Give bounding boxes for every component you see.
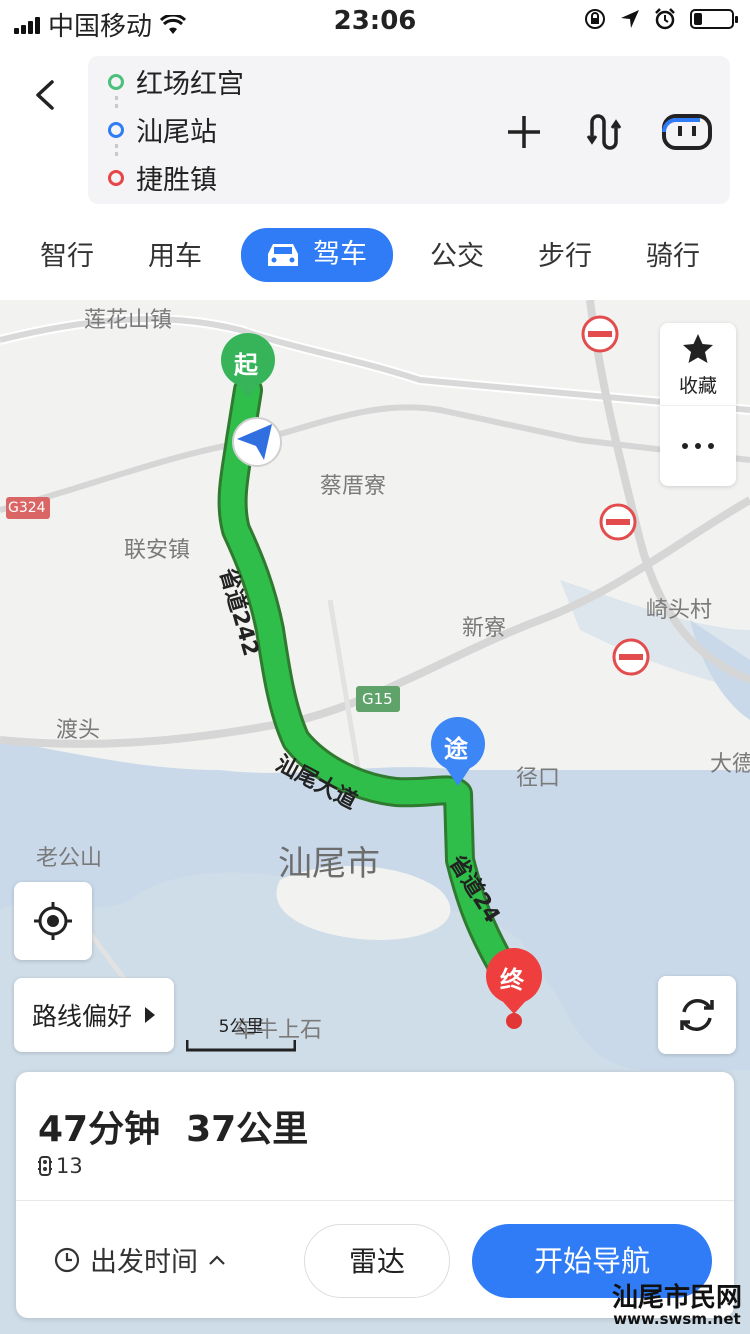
watermark-title: 汕尾市民网: [611, 1282, 742, 1313]
back-button[interactable]: [26, 70, 66, 120]
favorite-label: 收藏: [678, 375, 717, 397]
end-marker-label: 终: [500, 966, 524, 994]
map-place: 老公山: [36, 846, 103, 871]
tab-cycling[interactable]: 骑行: [646, 232, 700, 282]
panel-divider: [16, 1200, 734, 1201]
route-duration: 47分钟: [38, 1109, 161, 1150]
departure-time-label: 出发时间: [90, 1247, 198, 1278]
transport-tabs: 智行 用车 驾车 公交 步行 骑行: [0, 226, 750, 286]
route-distance: 37公里: [186, 1109, 309, 1150]
start-point-label: 红场红宫: [136, 69, 244, 100]
traffic-restriction-icon: [612, 638, 650, 676]
swap-route-button[interactable]: [582, 108, 630, 156]
traffic-light-icon: [38, 1156, 52, 1176]
tab-walking[interactable]: 步行: [538, 232, 592, 282]
more-button[interactable]: [660, 406, 736, 486]
star-icon: [683, 334, 713, 363]
battery-icon: [690, 9, 738, 29]
start-point[interactable]: 红场红宫: [108, 62, 244, 101]
end-point-label: 捷胜镇: [136, 165, 217, 196]
map-side-tools: 收藏: [660, 323, 736, 486]
clock-icon: [54, 1247, 80, 1272]
tab-driving[interactable]: 驾车: [241, 228, 393, 282]
locate-icon: [34, 902, 72, 940]
route-preference-label: 路线偏好: [32, 1002, 133, 1031]
alarm-icon: [655, 8, 675, 30]
route-summary-panel: 47分钟 37公里 13 出发时间 雷达 开始导航: [16, 1072, 734, 1318]
map-place: 径口: [516, 766, 561, 791]
status-bar: 中国移动 23:06: [0, 0, 750, 44]
map-place: 渡头: [56, 718, 101, 743]
chevron-up-icon: [209, 1254, 225, 1265]
refresh-route-button[interactable]: [658, 976, 736, 1054]
favorite-button[interactable]: 收藏: [660, 323, 736, 406]
add-stop-button[interactable]: [500, 108, 548, 156]
start-dot-icon: [108, 73, 124, 90]
map-place: 新寮: [462, 616, 507, 641]
scale-label: 5公里: [218, 1017, 264, 1037]
traffic-restriction-icon: [599, 503, 637, 541]
car-icon: [268, 244, 298, 266]
end-point[interactable]: 捷胜镇: [108, 158, 217, 197]
departure-time-button[interactable]: 出发时间: [54, 1240, 226, 1279]
start-marker-label: 起: [234, 351, 258, 379]
map-place: 蔡厝寮: [320, 474, 387, 499]
route-connector: [115, 144, 122, 156]
traffic-lights-count: 13: [38, 1154, 83, 1178]
via-point[interactable]: 汕尾站: [108, 110, 217, 149]
traffic-restriction-icon: [581, 315, 619, 353]
road-shield-label: G15: [362, 690, 393, 708]
radar-button[interactable]: 雷达: [304, 1224, 450, 1298]
watermark-url: www.swsm.net: [613, 1310, 741, 1329]
tab-ride-hailing[interactable]: 用车: [148, 232, 202, 282]
map-place: 莲花山镇: [84, 308, 173, 333]
route-header: 红场红宫 汕尾站 捷胜镇 智行 用车 驾车 公交 步行 骑行: [0, 44, 750, 300]
map-place: 联安镇: [124, 538, 191, 563]
current-location-icon: [232, 417, 282, 467]
road-shield-label: G324: [8, 500, 46, 516]
route-connector: [115, 96, 122, 108]
end-dot-icon: [108, 169, 124, 186]
map-view[interactable]: 莲花山镇 蔡厝寮 联安镇 新寮 崎头村 渡头 径口 大德 老公山 汕尾市 车牛上…: [0, 300, 750, 1334]
more-icon: [682, 443, 714, 449]
orientation-lock-icon: [585, 9, 605, 29]
tab-driving-label: 驾车: [313, 239, 367, 270]
tab-transit[interactable]: 公交: [430, 232, 484, 282]
map-scale: 5公里: [185, 1012, 297, 1056]
map-city: 汕尾市: [278, 844, 380, 884]
route-preference-button[interactable]: 路线偏好: [14, 978, 175, 1052]
via-dot-icon: [108, 121, 124, 138]
tab-smart[interactable]: 智行: [40, 232, 94, 282]
scale-bar: [185, 1040, 297, 1052]
via-point-label: 汕尾站: [136, 117, 217, 148]
locate-button[interactable]: [14, 882, 92, 960]
refresh-icon: [680, 999, 714, 1031]
map-place: 大德: [710, 752, 750, 777]
route-summary[interactable]: 47分钟 37公里: [38, 1100, 334, 1152]
caret-right-icon: [145, 1007, 156, 1023]
traffic-lights-value: 13: [56, 1154, 83, 1178]
map-place: 崎头村: [646, 598, 713, 623]
via-marker-label: 途: [444, 735, 468, 763]
location-arrow-icon: [621, 10, 639, 28]
watermark: 汕尾市民网 www.swsm.net: [611, 1282, 742, 1329]
route-points-box: 红场红宫 汕尾站 捷胜镇: [88, 56, 730, 204]
car-settings-button[interactable]: [660, 108, 714, 156]
